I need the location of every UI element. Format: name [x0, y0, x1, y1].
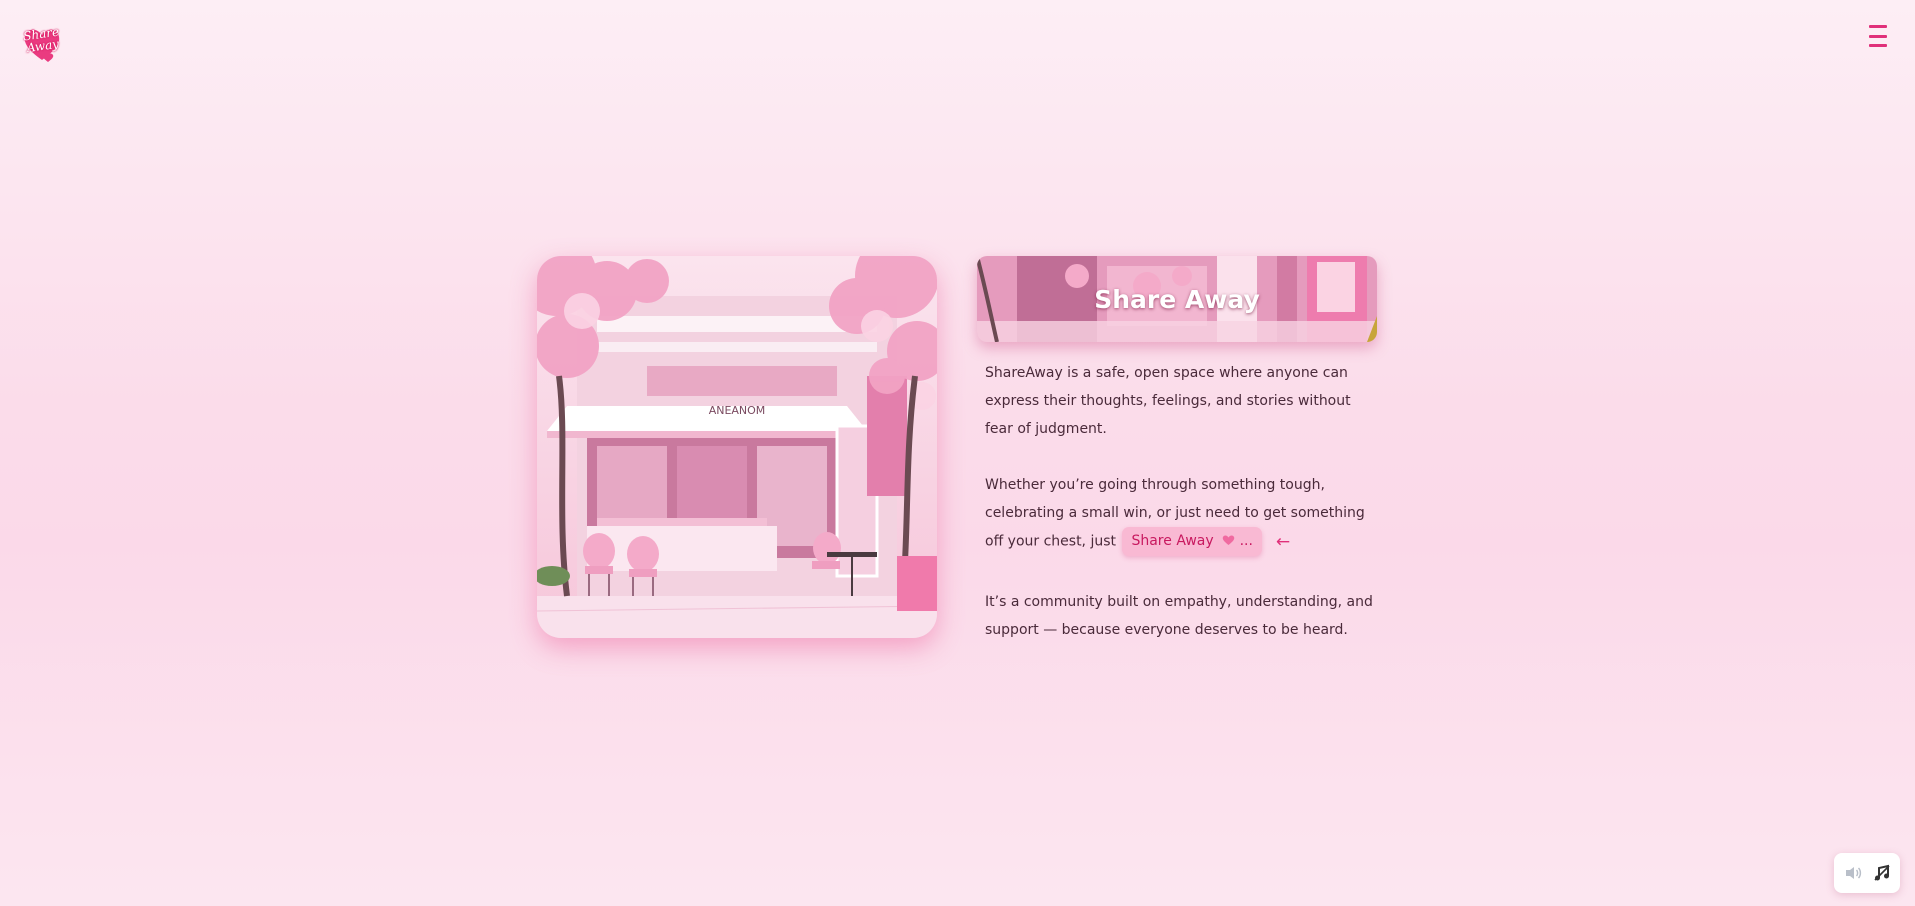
hamburger-icon-bar — [1869, 25, 1887, 28]
logo-text: Share Away — [22, 24, 60, 56]
intro-paragraph: ShareAway is a safe, open space where an… — [985, 365, 1351, 437]
menu-button[interactable] — [1869, 25, 1887, 47]
heart-icon — [1222, 535, 1235, 545]
hero-storefront-illustration: ANEANOM — [537, 256, 937, 638]
sound-controls — [1834, 853, 1900, 893]
logo[interactable]: Share Away — [20, 22, 64, 64]
hamburger-icon-bar — [1869, 44, 1887, 47]
community-paragraph: It’s a community built on empathy, under… — [985, 594, 1373, 638]
hamburger-icon-bar — [1869, 34, 1887, 38]
invite-paragraph: Whether you’re going through something t… — [985, 471, 1375, 556]
banner-title: Share Away — [1094, 284, 1260, 314]
storefront-sign: ANEANOM — [709, 404, 766, 417]
share-away-button-label: Share Away — [1131, 533, 1214, 549]
music-note-muted-icon — [1873, 864, 1890, 881]
share-away-button-ellipsis: ... — [1239, 533, 1253, 549]
volume-button[interactable] — [1843, 863, 1863, 883]
speaker-icon — [1845, 867, 1861, 879]
music-toggle-button[interactable] — [1872, 863, 1892, 883]
left-arrow-icon: ← — [1275, 531, 1291, 552]
title-banner: Share Away — [977, 256, 1377, 342]
share-away-button[interactable]: Share Away ... — [1122, 527, 1262, 556]
